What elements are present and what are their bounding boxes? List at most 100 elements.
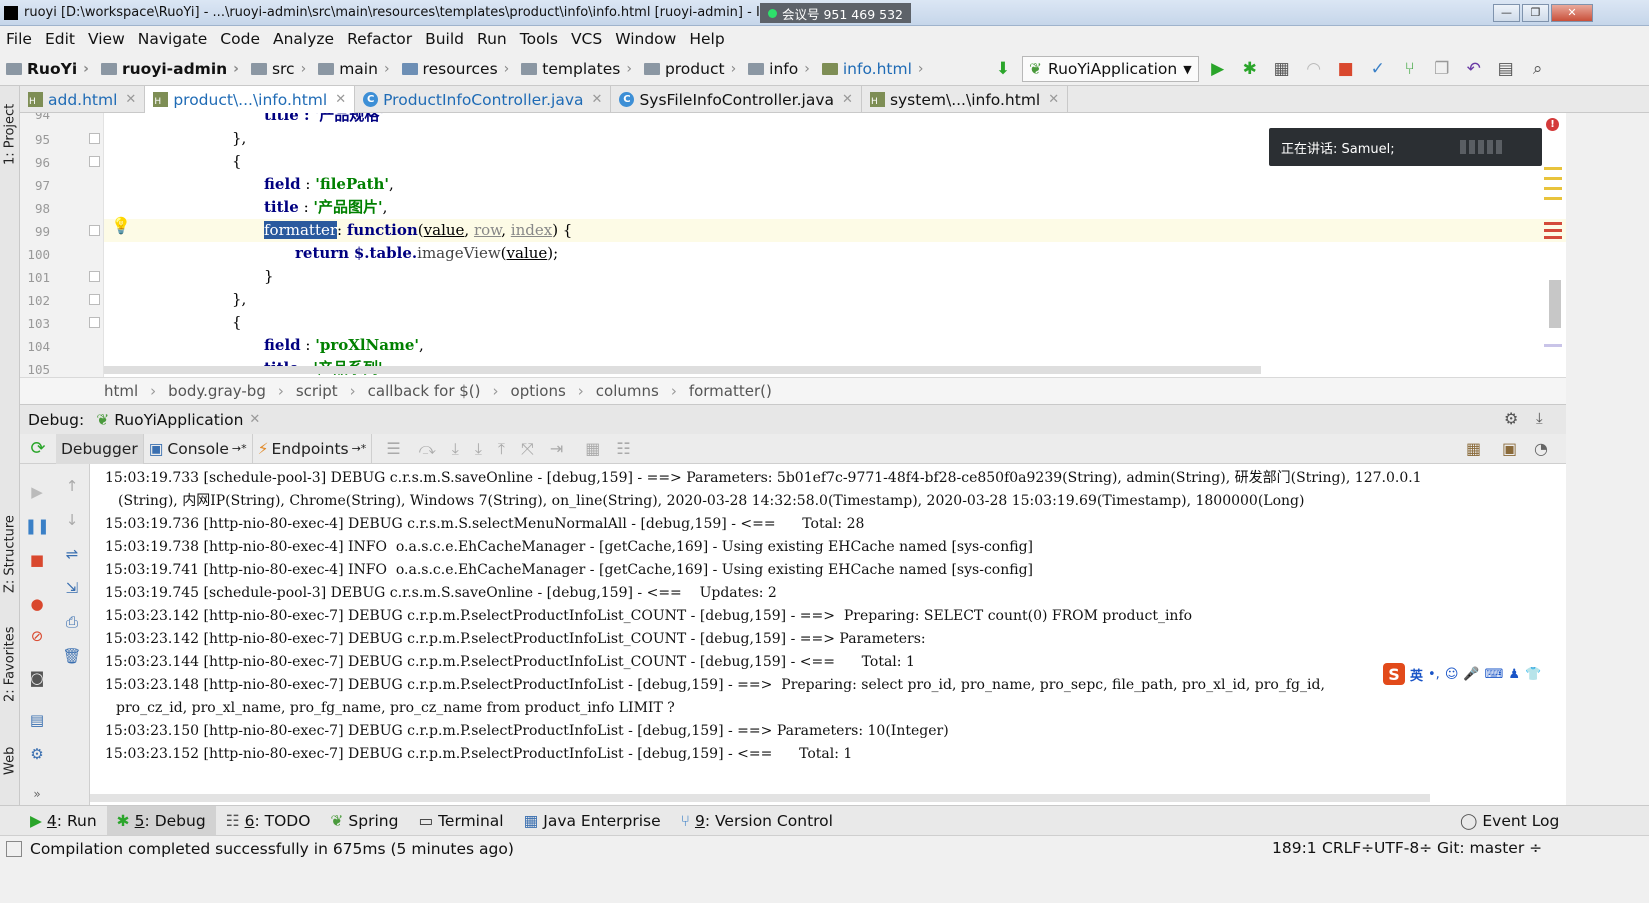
crumb-resources[interactable]: resources › — [396, 60, 509, 78]
crumb-product[interactable]: product › — [638, 60, 736, 78]
punctuation-icon[interactable]: •, — [1428, 667, 1440, 682]
warning-marker[interactable] — [1544, 167, 1562, 170]
caret-position[interactable]: 189:1 — [1272, 839, 1317, 857]
menu-edit[interactable]: Edit — [39, 30, 82, 48]
status-message[interactable]: Compilation completed successfully in 67… — [30, 840, 514, 858]
search-icon[interactable]: ⌕ — [1525, 56, 1551, 82]
tab-add-html[interactable]: Hadd.html ✕ — [20, 86, 146, 113]
resume-icon[interactable]: ▶ — [27, 482, 47, 502]
crumb-project[interactable]: RuoYi › — [0, 60, 89, 78]
line-separator[interactable]: CRLF÷ — [1322, 839, 1374, 857]
microphone-icon[interactable]: 🎤 — [1463, 667, 1479, 682]
editor-vertical-scrollbar[interactable] — [1549, 280, 1561, 328]
undo-icon[interactable]: ↶ — [1461, 56, 1487, 82]
tab-product-info-html[interactable]: Hproduct\...\info.html ✕ — [145, 86, 356, 113]
vcs-commit-icon[interactable]: ⑂ — [1397, 56, 1423, 82]
maximize-button[interactable]: ❐ — [1522, 4, 1549, 22]
step-out-icon[interactable]: ⤒ — [498, 439, 505, 459]
tab-system-info-html[interactable]: Hsystem\...\info.html ✕ — [862, 86, 1069, 113]
run-config-selector[interactable]: ❦ RuoYiApplication ▼ — [1022, 56, 1199, 82]
close-icon[interactable]: ✕ — [335, 92, 346, 107]
breadcrumb-item[interactable]: columns — [596, 382, 659, 400]
pause-icon[interactable]: ❚❚ — [24, 516, 49, 536]
error-indicator-icon[interactable]: ! — [1546, 118, 1559, 131]
vcs-update-icon[interactable]: ✓ — [1365, 56, 1391, 82]
breadcrumb-item[interactable]: html — [104, 382, 138, 400]
view-breakpoints-icon[interactable]: ● — [27, 594, 47, 614]
tab-console[interactable]: ▣ Console →* — [144, 433, 253, 464]
menu-window[interactable]: Window — [609, 30, 683, 48]
user-icon[interactable]: ♟ — [1508, 667, 1520, 682]
error-marker[interactable] — [1544, 236, 1562, 239]
clear-all-icon[interactable]: 🗑 — [62, 646, 82, 666]
build-project-icon[interactable]: ⬇ — [990, 56, 1016, 82]
layout-icon[interactable]: ▦ — [1466, 439, 1481, 458]
spring-tool-button[interactable]: ❦ Spring — [320, 806, 408, 836]
restore-layout-icon[interactable]: ▣ — [1502, 439, 1517, 458]
console-output[interactable]: 15:03:19.733 [schedule-pool-3] DEBUG c.r… — [90, 464, 1566, 805]
stop-icon[interactable]: ■ — [27, 550, 47, 570]
close-icon[interactable]: ✕ — [842, 92, 853, 107]
layout-settings-icon[interactable]: ▤ — [27, 710, 47, 730]
crumb-src[interactable]: src › — [245, 60, 306, 78]
run-tool-button[interactable]: ▶ 4: Run — [20, 806, 107, 836]
status-toggle-icon[interactable] — [6, 840, 22, 857]
terminal-tool-button[interactable]: ▭ Terminal — [408, 806, 513, 836]
crumb-info[interactable]: info › — [742, 60, 810, 78]
ime-language[interactable]: 英 — [1410, 665, 1423, 684]
ime-toolbar[interactable]: S 英 •, ☺ 🎤 ⌨ ♟ 👕 — [1379, 661, 1564, 687]
fold-marker[interactable] — [89, 317, 100, 328]
crumb-module[interactable]: ruoyi-admin › — [95, 60, 239, 78]
project-tool-button[interactable]: 1: Project — [0, 94, 20, 174]
close-icon[interactable]: ✕ — [249, 412, 260, 427]
tab-product-info-controller[interactable]: C ProductInfoController.java ✕ — [355, 86, 612, 113]
fold-marker[interactable] — [89, 225, 100, 236]
crumb-file[interactable]: info.html › — [816, 60, 924, 78]
debug-icon[interactable]: ✱ — [1237, 56, 1263, 82]
debug-session-tab[interactable]: RuoYiApplication — [114, 411, 243, 429]
close-icon[interactable]: ✕ — [125, 92, 136, 107]
breadcrumb-item[interactable]: script — [296, 382, 338, 400]
crumb-templates[interactable]: templates › — [515, 60, 632, 78]
warning-marker[interactable] — [1544, 177, 1562, 180]
tab-debugger[interactable]: Debugger — [56, 433, 144, 464]
file-encoding[interactable]: UTF-8÷ — [1374, 839, 1432, 857]
breadcrumb-item[interactable]: body.gray-bg — [168, 382, 266, 400]
structure-tool-button[interactable]: Z: Structure — [0, 504, 20, 604]
down-arrow-icon[interactable]: ↓ — [62, 510, 82, 530]
menu-vcs[interactable]: VCS — [565, 30, 609, 48]
gear-icon[interactable]: ⚙ — [27, 744, 47, 764]
menu-view[interactable]: View — [82, 30, 132, 48]
fold-marker[interactable] — [89, 294, 100, 305]
gear-icon[interactable]: ⚙ — [1504, 409, 1518, 428]
fold-marker[interactable] — [89, 271, 100, 282]
menu-run[interactable]: Run — [471, 30, 514, 48]
editor-horizontal-scrollbar[interactable] — [104, 366, 1261, 374]
trace-icon[interactable]: ☷ — [616, 439, 630, 458]
memory-icon[interactable]: ◔ — [1534, 439, 1548, 458]
stop-icon[interactable]: ■ — [1333, 56, 1359, 82]
error-marker[interactable] — [1544, 222, 1562, 225]
hide-panel-icon[interactable]: ⤓ — [1536, 409, 1543, 427]
mute-breakpoints-icon[interactable]: ⊘ — [27, 626, 47, 646]
breadcrumb-item[interactable]: callback for $() — [368, 382, 481, 400]
skin-icon[interactable]: 👕 — [1525, 667, 1541, 682]
event-log-tool-button[interactable]: ◯ Event Log — [1450, 806, 1569, 836]
breadcrumb-item[interactable]: options — [511, 382, 566, 400]
web-tool-button[interactable]: Web — [0, 736, 20, 786]
evaluate-expression-icon[interactable]: ▦ — [585, 439, 600, 458]
menu-file[interactable]: File — [0, 30, 39, 48]
scroll-to-end-icon[interactable]: ⇲ — [62, 578, 82, 598]
git-branch[interactable]: Git: master ÷ — [1437, 839, 1542, 857]
info-marker[interactable] — [1544, 344, 1562, 347]
coverage-icon[interactable]: ▦ — [1269, 56, 1295, 82]
menu-tools[interactable]: Tools — [514, 30, 565, 48]
warning-marker[interactable] — [1544, 197, 1562, 200]
run-icon[interactable]: ▶ — [1205, 56, 1231, 82]
tab-sys-file-info-controller[interactable]: C SysFileInfoController.java ✕ — [611, 86, 862, 113]
keyboard-icon[interactable]: ⌨ — [1485, 667, 1504, 682]
close-icon[interactable]: ✕ — [1048, 92, 1059, 107]
error-marker[interactable] — [1544, 229, 1562, 232]
fold-marker[interactable] — [89, 133, 100, 144]
menu-code[interactable]: Code — [214, 30, 267, 48]
